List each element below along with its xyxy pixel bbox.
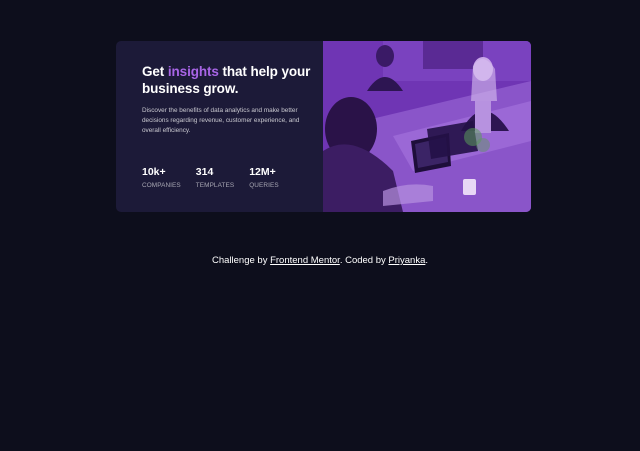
stat-companies: 10k+ COMPANIES	[142, 166, 181, 189]
headline-accent: insights	[167, 64, 219, 79]
header-image	[323, 41, 531, 212]
stat-value: 314	[195, 166, 214, 178]
office-photo-illustration	[323, 41, 531, 212]
description: Discover the benefits of data analytics …	[142, 107, 300, 134]
stats-row: 10k+ COMPANIES 314 TEMPLATES 12M+ QUERIE…	[142, 166, 294, 189]
footer-suffix: .	[425, 255, 429, 266]
stat-value: 12M+	[249, 166, 276, 178]
stat-value: 10k+	[142, 166, 166, 178]
card-text-section: Get insights that help your business gro…	[116, 41, 323, 212]
frontend-mentor-link[interactable]: Frontend Mentor	[270, 255, 340, 266]
stat-label: COMPANIES	[142, 182, 181, 189]
stat-templates: 314 TEMPLATES	[196, 166, 234, 189]
author-link[interactable]: Priyanka	[388, 255, 425, 266]
stats-card: Get insights that help your business gro…	[116, 41, 531, 212]
stat-label: TEMPLATES	[195, 182, 235, 189]
footer-middle: . Coded by	[339, 255, 389, 266]
stat-label: QUERIES	[249, 182, 279, 189]
headline: Get insights that help your business gro…	[142, 63, 317, 97]
stat-queries: 12M+ QUERIES	[249, 166, 278, 189]
footer-prefix: Challenge by	[211, 255, 271, 266]
attribution-footer: Challenge by Frontend Mentor. Coded by P…	[0, 255, 640, 266]
headline-pre: Get	[142, 64, 168, 79]
